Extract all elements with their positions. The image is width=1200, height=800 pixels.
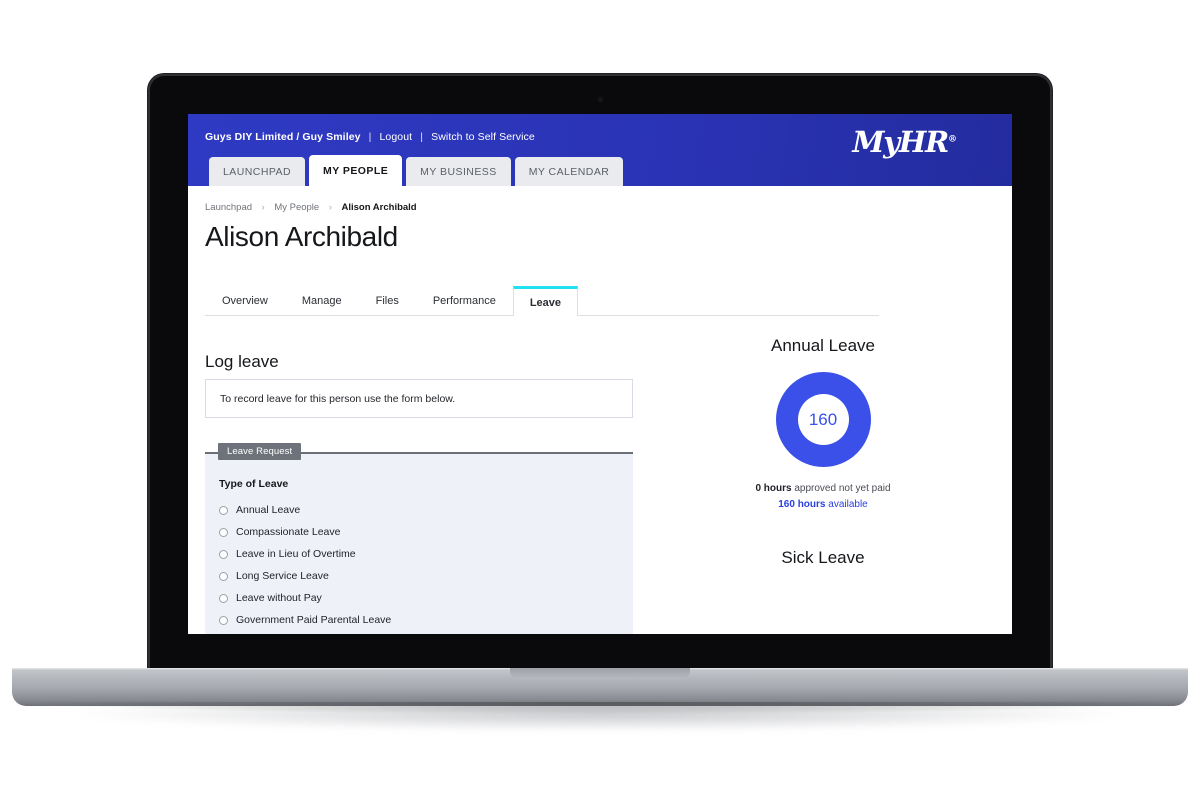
breadcrumb: Launchpad › My People › Alison Archibald	[205, 202, 417, 213]
page-title: Alison Archibald	[205, 221, 398, 252]
radio-option-leave-without-pay[interactable]: Leave without Pay	[219, 587, 623, 609]
account-name: Guys DIY Limited / Guy Smiley	[205, 131, 361, 143]
breadcrumb-current: Alison Archibald	[341, 202, 417, 213]
nav-tab-launchpad[interactable]: LAUNCHPAD	[209, 157, 306, 186]
page-content: Launchpad › My People › Alison Archibald…	[188, 186, 1012, 634]
chevron-right-icon-1: ›	[261, 202, 265, 212]
radio-option-leave-in-lieu-of-overtime[interactable]: Leave in Lieu of Overtime	[219, 543, 623, 565]
webcam-icon	[596, 96, 604, 103]
laptop-shadow	[60, 706, 1140, 732]
pending-amount: 0 hours	[755, 483, 792, 494]
registered-trademark-icon: ®	[948, 134, 957, 145]
leave-balances: Annual Leave 160 0 hours approved not ye…	[658, 336, 988, 584]
radio-label: Leave without Pay	[236, 592, 322, 604]
tab-overview[interactable]: Overview	[205, 286, 285, 315]
info-box: To record leave for this person use the …	[205, 379, 633, 418]
breadcrumb-launchpad[interactable]: Launchpad	[205, 202, 252, 213]
pending-line: 0 hours approved not yet paid	[658, 481, 988, 497]
logout-link[interactable]: Logout	[379, 131, 412, 143]
radio-icon[interactable]	[219, 571, 228, 581]
donut-ring: 160	[775, 372, 871, 467]
radio-icon[interactable]	[219, 593, 228, 603]
radio-label: Annual Leave	[236, 504, 301, 516]
myhr-logo[interactable]: MyHR®	[852, 128, 957, 157]
link-separator-2: |	[420, 131, 424, 143]
radio-icon[interactable]	[219, 527, 228, 537]
radio-label: Leave in Lieu of Overtime	[236, 548, 356, 560]
section-title-log-leave: Log leave	[205, 352, 279, 371]
laptop-base	[12, 668, 1188, 706]
radio-option-annual-leave[interactable]: Annual Leave	[219, 499, 623, 521]
radio-label: Long Service Leave	[236, 570, 329, 582]
breadcrumb-my-people[interactable]: My People	[274, 202, 319, 213]
nav-tab-my-people[interactable]: MY PEOPLE	[309, 155, 403, 186]
radio-icon[interactable]	[219, 615, 228, 625]
browser-viewport: Guys DIY Limited / Guy Smiley | Logout |…	[188, 114, 1012, 634]
radio-label: Government Paid Parental Leave	[236, 614, 392, 626]
radio-label: Compassionate Leave	[236, 526, 341, 538]
tab-performance[interactable]: Performance	[416, 286, 513, 315]
sick-leave-heading: Sick Leave	[781, 548, 865, 567]
laptop-base-notch	[510, 668, 690, 679]
radio-icon[interactable]	[219, 505, 228, 515]
leave-request-panel: Leave Request Type of Leave Annual Leave…	[205, 443, 633, 634]
nav-tab-my-calendar[interactable]: MY CALENDAR	[514, 157, 624, 186]
laptop-bezel: Guys DIY Limited / Guy Smiley | Logout |…	[150, 76, 1050, 672]
primary-nav: LAUNCHPAD MY PEOPLE MY BUSINESS MY CALEN…	[209, 155, 624, 186]
app-header: Guys DIY Limited / Guy Smiley | Logout |…	[188, 114, 1012, 186]
tab-leave[interactable]: Leave	[512, 286, 579, 316]
pending-text: approved not yet paid	[791, 483, 891, 494]
type-of-leave-radio-group: Annual Leave Compassionate Leave Leave i…	[219, 499, 623, 631]
radio-option-compassionate-leave[interactable]: Compassionate Leave	[219, 521, 623, 543]
annual-leave-donut-chart: 160	[658, 372, 988, 467]
nav-tab-my-business[interactable]: MY BUSINESS	[406, 157, 511, 186]
radio-option-government-paid-parental-leave[interactable]: Government Paid Parental Leave	[219, 609, 623, 631]
radio-icon[interactable]	[219, 549, 228, 559]
fieldset-legend: Leave Request	[218, 443, 302, 460]
available-amount: 160 hours	[778, 498, 826, 510]
donut-center-value: 160	[797, 394, 849, 445]
tab-files[interactable]: Files	[359, 286, 416, 315]
switch-to-self-service-link[interactable]: Switch to Self Service	[431, 131, 535, 143]
radio-option-long-service-leave[interactable]: Long Service Leave	[219, 565, 623, 587]
chevron-right-icon-2: ›	[328, 202, 332, 212]
info-box-text: To record leave for this person use the …	[220, 392, 456, 405]
annual-leave-meta: 0 hours approved not yet paid 160 hours …	[658, 481, 988, 512]
laptop-lid: Guys DIY Limited / Guy Smiley | Logout |…	[148, 74, 1052, 674]
available-text: available	[825, 498, 868, 510]
link-separator-1: |	[368, 131, 372, 143]
profile-tabs: Overview Manage Files Performance Leave	[205, 286, 879, 316]
available-line: 160 hours available	[658, 497, 988, 513]
logo-text: MyHR	[852, 125, 949, 159]
annual-leave-heading: Annual Leave	[771, 336, 875, 355]
account-links: Guys DIY Limited / Guy Smiley | Logout |…	[205, 131, 535, 143]
tab-manage[interactable]: Manage	[285, 286, 359, 315]
screenshot-stage: Guys DIY Limited / Guy Smiley | Logout |…	[0, 0, 1200, 800]
field-label-type-of-leave: Type of Leave	[219, 478, 289, 490]
